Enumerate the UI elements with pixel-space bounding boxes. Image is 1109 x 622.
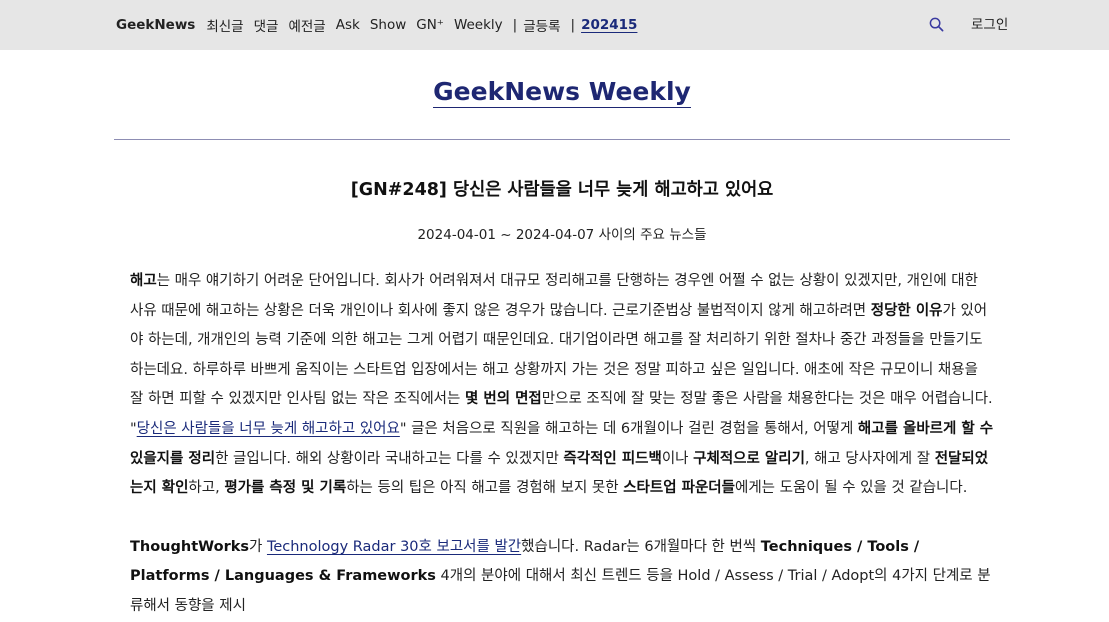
divider	[114, 139, 1010, 140]
brand-link[interactable]: GeekNews	[116, 17, 195, 33]
bold-text: ThoughtWorks	[130, 538, 249, 555]
nav-item-comments[interactable]: 댓글	[254, 15, 279, 35]
issue-date-range: 2024-04-01 ~ 2024-04-07 사이의 주요 뉴스들	[417, 227, 707, 243]
bold-text: 몇 번의 면접	[464, 391, 542, 408]
article-link[interactable]: Technology Radar 30호 보고서를 발간	[267, 539, 521, 555]
bold-text: 평가를 측정 및 기록	[224, 480, 347, 497]
top-navigation-bar: GeekNews 최신글 댓글 예전글 Ask Show GN⁺ Weekly …	[0, 0, 1109, 50]
text-segment: , 해고 당사자에게 잘	[804, 450, 935, 467]
article-body: 해고는 매우 얘기하기 어려운 단어입니다. 회사가 어려워져서 대규모 정리해…	[130, 267, 994, 622]
nav-separator: |	[570, 17, 576, 33]
nav-separator: |	[512, 17, 518, 33]
nav-item-show[interactable]: Show	[370, 17, 406, 33]
nav-item-latest[interactable]: 최신글	[206, 15, 243, 35]
nav-item-register[interactable]: 글등록	[523, 15, 560, 35]
nav-item-weekly[interactable]: Weekly	[454, 17, 503, 33]
text-segment: 는 매우 얘기하기 어려운 단어입니다. 회사가 어려워져서 대규모 정리해고를…	[130, 273, 978, 319]
text-segment: 한 글입니다. 해외 상황이라 국내하고는 다를 수 있겠지만	[215, 450, 564, 467]
text-segment: 했습니다. Radar는 6개월마다 한 번씩	[521, 538, 761, 555]
text-segment: 하고,	[188, 480, 225, 497]
paragraph-firing: 해고는 매우 얘기하기 어려운 단어입니다. 회사가 어려워져서 대규모 정리해…	[130, 267, 994, 504]
search-icon[interactable]	[929, 17, 944, 32]
text-segment: 이나	[661, 450, 694, 467]
login-link[interactable]: 로그인	[971, 0, 1008, 50]
text-segment: " 글은 처음으로 직원을 해고하는 데 6개월이나 걸린 경험을 통해서, 어…	[399, 420, 858, 437]
main-nav: GeekNews 최신글 댓글 예전글 Ask Show GN⁺ Weekly …	[116, 0, 647, 50]
bold-text: 스타트업 파운더들	[623, 480, 735, 497]
text-segment: 가	[249, 538, 267, 555]
nav-current-issue[interactable]: 202415	[581, 17, 637, 33]
nav-item-ask[interactable]: Ask	[336, 17, 360, 33]
bold-text: 즉각적인 피드백	[563, 450, 662, 467]
nav-item-gnplus[interactable]: GN⁺	[416, 17, 444, 33]
bold-text: 해고	[130, 273, 157, 289]
weekly-title: GeekNews Weekly	[114, 77, 1010, 113]
text-segment: 하는 등의 팁은 아직 해고를 경험해 보지 못한	[346, 480, 624, 497]
weekly-title-link[interactable]: GeekNews Weekly	[433, 77, 691, 108]
nav-item-past[interactable]: 예전글	[288, 15, 325, 35]
bold-text: 정당한 이유	[870, 302, 943, 319]
paragraph-radar: ThoughtWorks가 Technology Radar 30호 보고서를 …	[130, 533, 994, 622]
article-link[interactable]: 당신은 사람들을 너무 늦게 해고하고 있어요	[137, 421, 400, 437]
issue-title: [GN#248] 당신은 사람들을 너무 늦게 해고하고 있어요	[350, 180, 774, 200]
text-segment: 에게는 도움이 될 수 있을 것 같습니다.	[734, 480, 968, 497]
bold-text: 구체적으로 알리기	[693, 450, 805, 467]
main-content: GeekNews Weekly [GN#248] 당신은 사람들을 너무 늦게 …	[114, 50, 1010, 622]
